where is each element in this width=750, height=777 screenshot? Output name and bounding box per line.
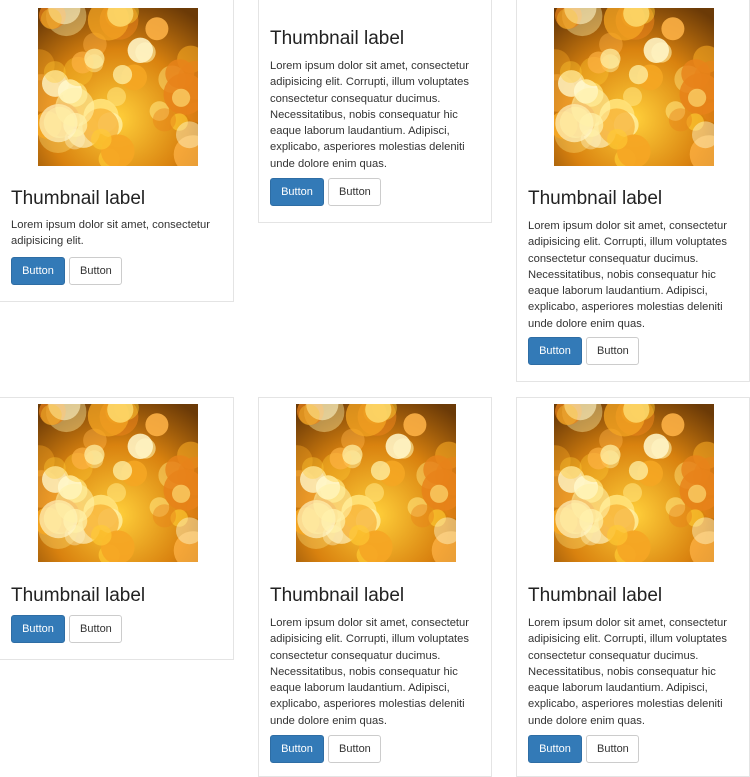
thumbnail-description: Lorem ipsum dolor sit amet, consectetur … xyxy=(11,219,210,248)
primary-button[interactable]: Button xyxy=(528,735,582,763)
primary-button[interactable]: Button xyxy=(270,178,324,206)
thumbnail-card: Thumbnail label Lorem ipsum dolor sit am… xyxy=(516,0,750,382)
thumbnail-card: Thumbnail label Lorem ipsum dolor sit am… xyxy=(258,397,492,777)
bokeh-image xyxy=(296,404,456,562)
default-button[interactable]: Button xyxy=(586,337,639,365)
thumbnail-label: Thumbnail label xyxy=(270,28,405,49)
thumbnail-card: Thumbnail label Lorem ipsum dolor sit am… xyxy=(258,0,492,223)
thumbnail-card: Thumbnail label Lorem ipsum dolor sit am… xyxy=(0,0,234,302)
primary-button[interactable]: Button xyxy=(11,257,65,285)
thumbnail-card: Thumbnail label Button Button xyxy=(0,397,234,660)
thumbnail-label: Thumbnail label xyxy=(11,188,146,209)
default-button[interactable]: Button xyxy=(69,615,122,643)
thumbnail-description: Lorem ipsum dolor sit amet, consectetur … xyxy=(528,220,727,330)
default-button[interactable]: Button xyxy=(69,257,122,285)
thumbnail-card: Thumbnail label Lorem ipsum dolor sit am… xyxy=(516,397,750,777)
bokeh-image xyxy=(38,8,198,166)
thumbnail-description: Lorem ipsum dolor sit amet, consectetur … xyxy=(270,60,469,170)
primary-button[interactable]: Button xyxy=(528,337,582,365)
bokeh-image xyxy=(554,404,714,562)
thumbnail-description: Lorem ipsum dolor sit amet, consectetur … xyxy=(270,617,469,727)
thumbnail-label: Thumbnail label xyxy=(528,585,663,606)
default-button[interactable]: Button xyxy=(328,178,381,206)
primary-button[interactable]: Button xyxy=(270,735,324,763)
primary-button[interactable]: Button xyxy=(11,615,65,643)
default-button[interactable]: Button xyxy=(328,735,381,763)
bokeh-image xyxy=(554,8,714,166)
default-button[interactable]: Button xyxy=(586,735,639,763)
bokeh-image xyxy=(38,404,198,562)
thumbnail-description: Lorem ipsum dolor sit amet, consectetur … xyxy=(528,617,727,727)
thumbnail-label: Thumbnail label xyxy=(11,585,146,606)
thumbnail-label: Thumbnail label xyxy=(270,585,405,606)
thumbnail-label: Thumbnail label xyxy=(528,188,663,209)
